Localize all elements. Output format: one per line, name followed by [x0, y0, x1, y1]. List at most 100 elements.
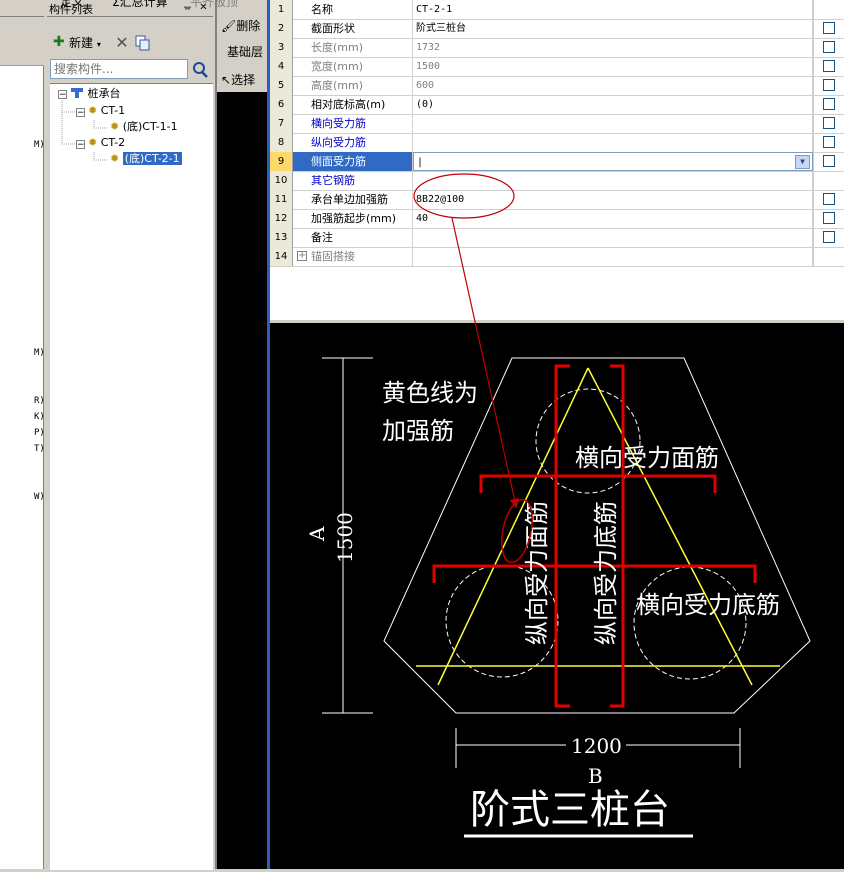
property-row[interactable]: 8 纵向受力筋 — [270, 133, 844, 153]
delete-button[interactable]: 🖌删除 — [221, 16, 260, 36]
select-label: 选择 — [231, 73, 256, 87]
summary-calc-label: 汇总计算 — [119, 0, 168, 8]
property-name: 名称 — [293, 0, 413, 19]
property-name: 加强筋起步(mm) — [293, 209, 413, 228]
chevron-down-icon[interactable]: ▼ — [795, 155, 810, 169]
property-name-text: 相对底标高(m) — [311, 98, 386, 111]
drawing-title: 阶式三桩台 — [470, 787, 670, 833]
rebar-mark — [479, 474, 717, 493]
property-value[interactable]: 1500 — [413, 57, 813, 76]
property-row[interactable]: 4 宽度(mm) 1500 — [270, 57, 844, 77]
expand-icon[interactable]: + — [297, 251, 307, 261]
attribute-checkbox[interactable] — [823, 41, 835, 53]
property-value[interactable]: (0) — [413, 95, 813, 114]
gear-icon: ✹ — [110, 152, 120, 165]
attribute-checkbox[interactable] — [823, 212, 835, 224]
property-value-text: | — [417, 157, 424, 168]
collapse-icon[interactable]: − — [76, 140, 85, 150]
search-component-input[interactable] — [50, 59, 188, 79]
property-name: 承台单边加强筋 — [293, 190, 413, 209]
delete-icon: ✕ — [115, 33, 129, 52]
reinforce-line — [437, 367, 589, 686]
property-value-editor[interactable]: | ▼ — [413, 152, 813, 171]
property-value-text: 阶式三桩台 — [416, 23, 466, 34]
attribute-checkbox[interactable] — [823, 98, 835, 110]
property-row[interactable]: 13 备注 — [270, 228, 844, 248]
tree-group-ct1[interactable]: ✹ CT-1 — [88, 103, 125, 119]
brush-icon: 🖌 — [221, 19, 237, 33]
property-name: 侧面受力筋 — [293, 152, 413, 171]
attribute-checkbox[interactable] — [823, 79, 835, 91]
property-name-text: 高度(mm) — [311, 79, 364, 92]
property-name: 高度(mm) — [293, 76, 413, 95]
foundation-layer-select[interactable]: 基础层 — [227, 42, 263, 62]
property-row[interactable]: 14 + 锚固搭接 — [270, 247, 844, 267]
property-name-text: 侧面受力筋 — [311, 155, 366, 168]
attribute-checkbox[interactable] — [823, 117, 835, 129]
property-value[interactable] — [413, 247, 813, 266]
property-name-text: 备注 — [311, 231, 333, 244]
attribute-checkbox[interactable] — [823, 60, 835, 72]
flat-slab-button[interactable]: 平齐板顶 — [190, 0, 238, 8]
property-value[interactable]: CT-2-1 — [413, 0, 813, 19]
dim-b-value: 1200 — [571, 734, 622, 758]
property-row[interactable]: 3 长度(mm) 1732 — [270, 38, 844, 58]
property-row[interactable]: 1 名称 CT-2-1 — [270, 0, 844, 20]
property-name-text: 锚固搭接 — [311, 250, 355, 263]
tree-root[interactable]: 桩承台 — [70, 86, 121, 102]
property-value[interactable]: 1732 — [413, 38, 813, 57]
component-list-panel: 构件列表 ᚚ ✕ ✚ 新建 ▾ ✕ − — [47, 0, 213, 870]
collapse-icon[interactable]: − — [76, 108, 85, 118]
property-value[interactable]: 8B22@100 — [413, 190, 813, 209]
delete-component-button[interactable]: ✕ — [113, 34, 131, 52]
attribute-checkbox[interactable] — [823, 22, 835, 34]
property-value[interactable]: 阶式三桩台 — [413, 19, 813, 38]
property-row[interactable]: 6 相对底标高(m) (0) — [270, 95, 844, 115]
sigma-icon: Σ — [112, 0, 120, 8]
pile-cap-icon — [71, 88, 83, 98]
property-row[interactable]: 11 承台单边加强筋 8B22@100 — [270, 190, 844, 210]
select-button[interactable]: ↖选择 — [221, 70, 255, 90]
property-row[interactable]: 12 加强筋起步(mm) 40 — [270, 209, 844, 229]
copy-component-button[interactable] — [135, 35, 151, 51]
property-row[interactable]: 2 截面形状 阶式三桩台 — [270, 19, 844, 39]
property-row[interactable]: 9 侧面受力筋 | ▼ — [270, 152, 844, 172]
property-row[interactable]: 10 其它钢筋 — [270, 171, 844, 191]
property-name: 宽度(mm) — [293, 57, 413, 76]
delete-label: 删除 — [236, 19, 261, 33]
row-number: 2 — [270, 19, 293, 38]
property-name-text: 横向受力筋 — [311, 117, 366, 130]
collapse-icon[interactable]: − — [58, 90, 67, 100]
property-value[interactable]: 600 — [413, 76, 813, 95]
property-name: 纵向受力筋 — [293, 133, 413, 152]
tree-item-label-selected: (底)CT-2-1 — [122, 152, 182, 165]
attribute-checkbox[interactable] — [823, 231, 835, 243]
property-value[interactable] — [413, 114, 813, 133]
search-button[interactable] — [190, 60, 210, 79]
tree-item-ct2-1[interactable]: ✹ (底)CT-2-1 — [110, 151, 182, 167]
tree-group-label: CT-2 — [100, 136, 126, 149]
new-component-button[interactable]: ✚ 新建 ▾ — [51, 34, 103, 52]
property-value-text: (0) — [416, 99, 435, 110]
property-table: 1 名称 CT-2-1 2 截面形状 阶式三桩台 3 长度(mm) 1732 4 宽度(mm) 150… — [270, 0, 844, 320]
property-value[interactable] — [413, 171, 813, 190]
tree-group-ct2[interactable]: ✹ CT-2 — [88, 135, 125, 151]
property-row[interactable]: 7 横向受力筋 — [270, 114, 844, 134]
tree-item-ct1-1[interactable]: ✹ (底)CT-1-1 — [110, 119, 178, 135]
search-icon — [193, 62, 208, 78]
row-number: 6 — [270, 95, 293, 114]
attribute-checkbox[interactable] — [823, 193, 835, 205]
property-row[interactable]: 5 高度(mm) 600 — [270, 76, 844, 96]
attribute-checkbox[interactable] — [823, 136, 835, 148]
property-value-text: 600 — [416, 80, 435, 91]
summary-calc-button[interactable]: Σ汇总计算 — [112, 0, 168, 8]
section-drawing-canvas: 黄色线为 加强筋 横向受力面筋 横向受力底筋 纵向受力面筋 纵向受力底筋 A 1… — [270, 323, 844, 869]
property-value[interactable] — [413, 228, 813, 247]
row-number: 3 — [270, 38, 293, 57]
property-value[interactable] — [413, 133, 813, 152]
attribute-checkbox[interactable] — [823, 155, 835, 167]
tree-group-label: CT-1 — [100, 104, 126, 117]
sliver-text: M) — [34, 140, 45, 150]
property-value[interactable]: 40 — [413, 209, 813, 228]
definition-button[interactable]: 定义 — [60, 0, 84, 8]
